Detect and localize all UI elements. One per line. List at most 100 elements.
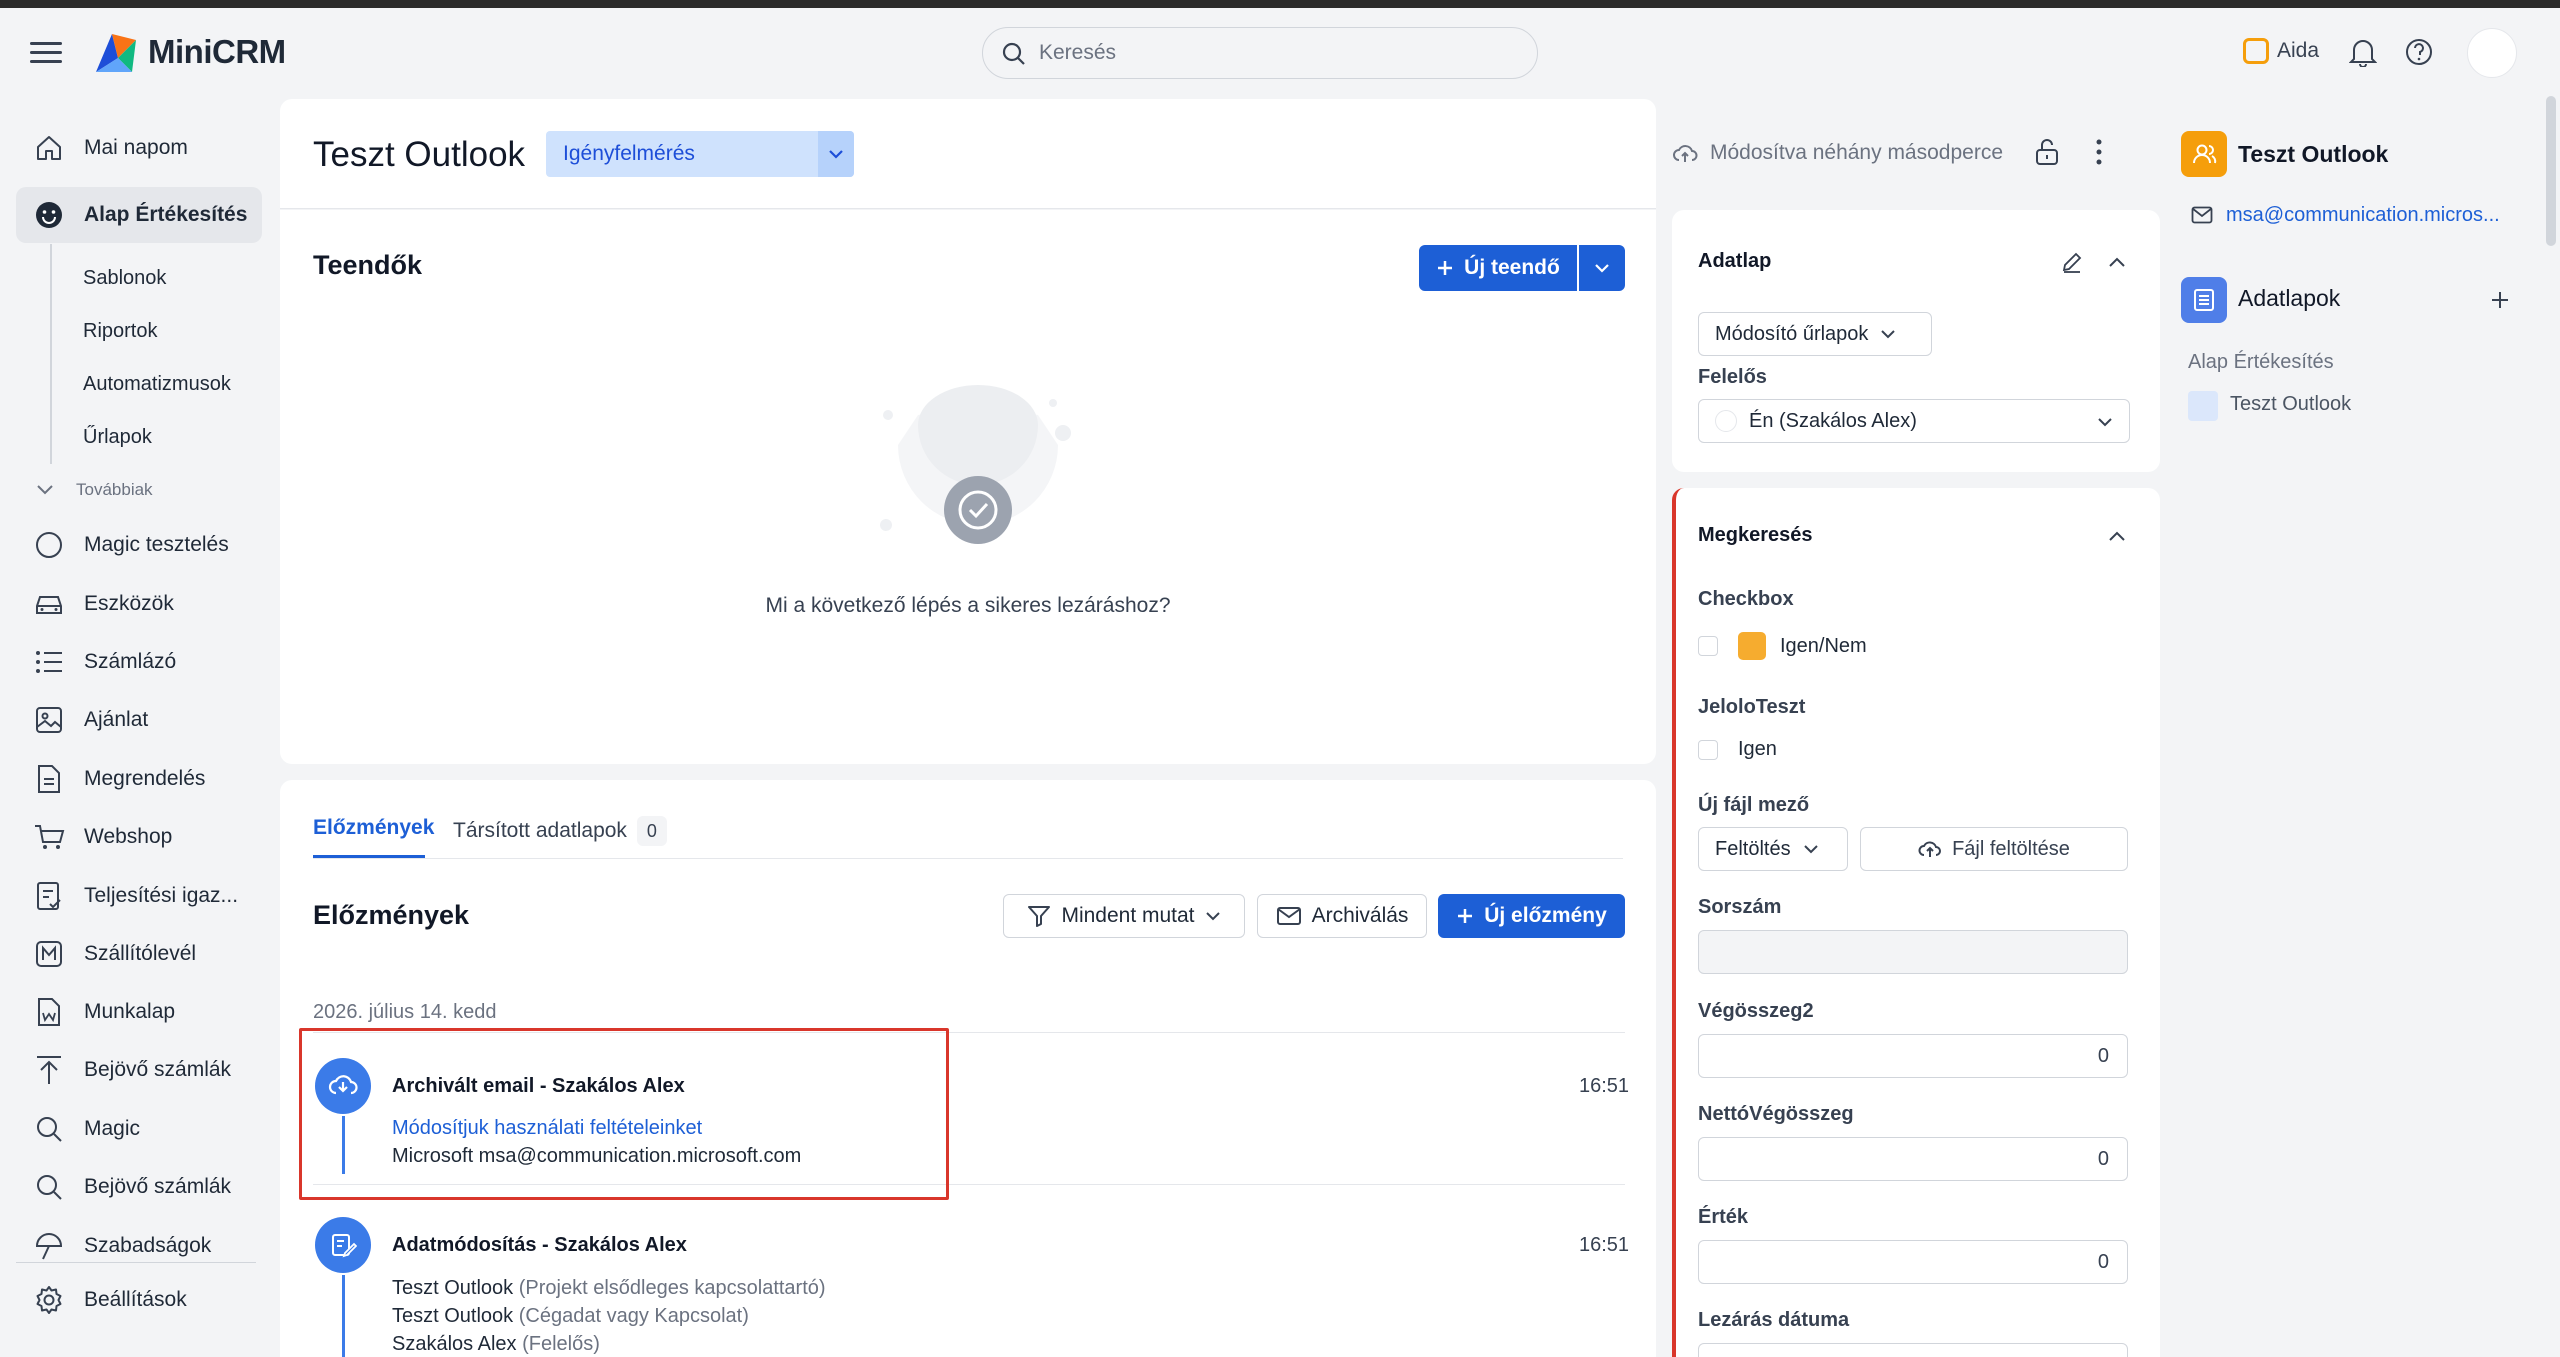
sidebar-item-label: Webshop — [84, 825, 173, 848]
contact-email-link[interactable]: msa@communication.micros... — [2226, 204, 2500, 227]
sidebar-item-szabadsagok[interactable]: Szabadságok — [16, 1218, 262, 1274]
sidebar-sub-sablonok[interactable]: Sablonok — [83, 267, 166, 290]
owner-select[interactable]: Én (Szakálos Alex) — [1698, 399, 2130, 443]
archive-button[interactable]: Archiválás — [1257, 894, 1427, 938]
sidebar-item-magic-teszteles[interactable]: Magic tesztelés — [16, 517, 262, 573]
submenu-line — [50, 244, 52, 464]
unlock-icon[interactable] — [2034, 137, 2060, 167]
chevron-down-icon[interactable] — [818, 131, 854, 177]
user-avatar[interactable] — [2467, 28, 2517, 78]
close-date-field[interactable] — [1698, 1343, 2128, 1357]
tab-tarsitott-adatlapok[interactable]: Társított adatlapok 0 — [453, 816, 667, 846]
file-field-label: Új fájl mező — [1698, 794, 1810, 816]
menu-icon[interactable] — [30, 42, 62, 64]
search-placeholder: Keresés — [1039, 41, 1117, 64]
change-note: (Felelős) — [522, 1333, 600, 1355]
stage-select[interactable]: Igényfelmérés — [546, 131, 854, 177]
search-input[interactable]: Keresés — [982, 27, 1538, 79]
tasks-title: Teendők — [313, 250, 423, 280]
inquiry-card: Megkeresés Checkbox Igen/Nem JeloloTeszt… — [1672, 488, 2160, 1357]
more-vertical-icon[interactable] — [2094, 137, 2104, 167]
total2-label: Végösszeg2 — [1698, 1000, 1814, 1022]
checkbox-option: Igen/Nem — [1780, 635, 1867, 657]
sidebar-item-szallitolevel[interactable]: Szállítólevél — [16, 926, 262, 982]
owner-label: Felelős — [1698, 366, 1767, 388]
plus-icon — [1458, 909, 1473, 923]
form-select[interactable]: Módosító űrlapok — [1698, 312, 1932, 356]
new-task-label: Új teendő — [1464, 256, 1560, 279]
car-icon — [32, 587, 66, 621]
sheet-item-icon — [2188, 391, 2218, 421]
total2-field[interactable]: 0 — [1698, 1034, 2128, 1078]
archive-label: Archiválás — [1311, 904, 1409, 927]
chevron-up-icon[interactable] — [2108, 530, 2126, 542]
file-mode-value: Feltöltés — [1715, 837, 1791, 860]
scrollbar[interactable] — [2546, 96, 2556, 246]
chevron-down-icon — [1595, 264, 1609, 273]
home-icon — [32, 131, 66, 165]
sidebar-item-label: Számlázó — [84, 650, 177, 673]
serial-label: Sorszám — [1698, 896, 1782, 918]
chevron-down-icon — [1205, 912, 1220, 921]
sidebar-item-beallitasok[interactable]: Beállítások — [16, 1272, 262, 1328]
file-mode-select[interactable]: Feltöltés — [1698, 827, 1848, 871]
sidebar-item-mai-napom[interactable]: Mai napom — [16, 120, 262, 176]
new-task-dropdown[interactable] — [1579, 245, 1625, 291]
filter-button[interactable]: Mindent mutat — [1003, 894, 1245, 938]
edit-icon[interactable] — [2060, 250, 2084, 274]
sidebar-item-magic[interactable]: Magic — [16, 1101, 262, 1157]
sidebar-item-label: Szállítólevél — [84, 942, 197, 965]
new-task-button[interactable]: Új teendő — [1419, 245, 1577, 291]
modified-text: Módosítva néhány másodperce — [1710, 141, 2004, 164]
sidebar-sub-automatizmusok[interactable]: Automatizmusok — [83, 373, 231, 396]
gear-icon — [32, 1283, 66, 1317]
owner-avatar — [1715, 410, 1737, 432]
image-icon — [32, 703, 66, 737]
sidebar-item-bejovo-szamlak-2[interactable]: Bejövő számlák — [16, 1159, 262, 1215]
sidebar-item-alap-ertekesites[interactable]: Alap Értékesítés — [16, 187, 262, 243]
sidebar-item-teljesitesi[interactable]: Teljesítési igaz... — [16, 868, 262, 924]
help-icon[interactable] — [2404, 37, 2434, 67]
filter-icon — [1028, 906, 1051, 927]
sidebar-item-bejovo-szamlak[interactable]: Bejövő számlák — [16, 1042, 262, 1098]
sidebar-item-szamlazo[interactable]: Számlázó — [16, 634, 262, 690]
file-upload-button[interactable]: Fájl feltöltése — [1860, 827, 2128, 871]
sidebar-item-megrendeles[interactable]: Megrendelés — [16, 751, 262, 807]
chevron-up-icon[interactable] — [2108, 256, 2126, 268]
sheet-item-link[interactable]: Teszt Outlook — [2230, 393, 2351, 416]
net-total-field[interactable]: 0 — [1698, 1137, 2128, 1181]
sidebar-sub-urlapok[interactable]: Űrlapok — [83, 426, 152, 449]
sidebar-item-eszkozok[interactable]: Eszközök — [16, 576, 262, 632]
jelolo-label: JeloloTeszt — [1698, 696, 1806, 718]
new-history-button[interactable]: Új előzmény — [1438, 894, 1625, 938]
sidebar-item-ajanlat[interactable]: Ajánlat — [16, 692, 262, 748]
contact-name[interactable]: Teszt Outlook — [2238, 141, 2388, 168]
sidebar-sub-riportok[interactable]: Riportok — [83, 320, 157, 343]
net-total-label: NettóVégösszeg — [1698, 1103, 1854, 1125]
tasks-card: Teendők Új teendő Mi a következő lépés a… — [280, 210, 1656, 764]
form-select-value: Módosító űrlapok — [1715, 322, 1869, 345]
change-value: Teszt Outlook — [392, 1305, 514, 1327]
jelolo-option: Igen — [1738, 738, 1777, 760]
app-logo[interactable]: MiniCRM — [92, 28, 286, 76]
sidebar-more-toggle[interactable]: Továbbiak — [36, 480, 153, 500]
close-date-label: Lezárás dátuma — [1698, 1309, 1850, 1331]
add-icon[interactable] — [2490, 290, 2510, 310]
checkbox-igen-nem[interactable] — [1698, 636, 1718, 656]
datasheet-title: Adatlap — [1698, 250, 1772, 272]
sidebar-item-label: Eszközök — [84, 592, 174, 615]
sidebar-item-label: Bejövő számlák — [84, 1175, 232, 1198]
chevron-down-icon — [37, 485, 53, 495]
aida-button[interactable]: Aida — [2243, 38, 2319, 64]
sidebar-item-munkalap[interactable]: Munkalap — [16, 984, 262, 1040]
checkbox-igen[interactable] — [1698, 740, 1718, 760]
search-icon — [32, 1112, 66, 1146]
tab-elozmenyek[interactable]: Előzmények — [313, 816, 434, 840]
value-field[interactable]: 0 — [1698, 1240, 2128, 1284]
sidebar-item-webshop[interactable]: Webshop — [16, 809, 262, 865]
new-history-label: Új előzmény — [1484, 904, 1607, 927]
search-icon — [1002, 42, 1025, 65]
bell-icon[interactable] — [2349, 37, 2377, 67]
active-tab-indicator — [313, 855, 425, 858]
entry-title: Adatmódosítás - Szakálos Alex — [392, 1234, 687, 1256]
